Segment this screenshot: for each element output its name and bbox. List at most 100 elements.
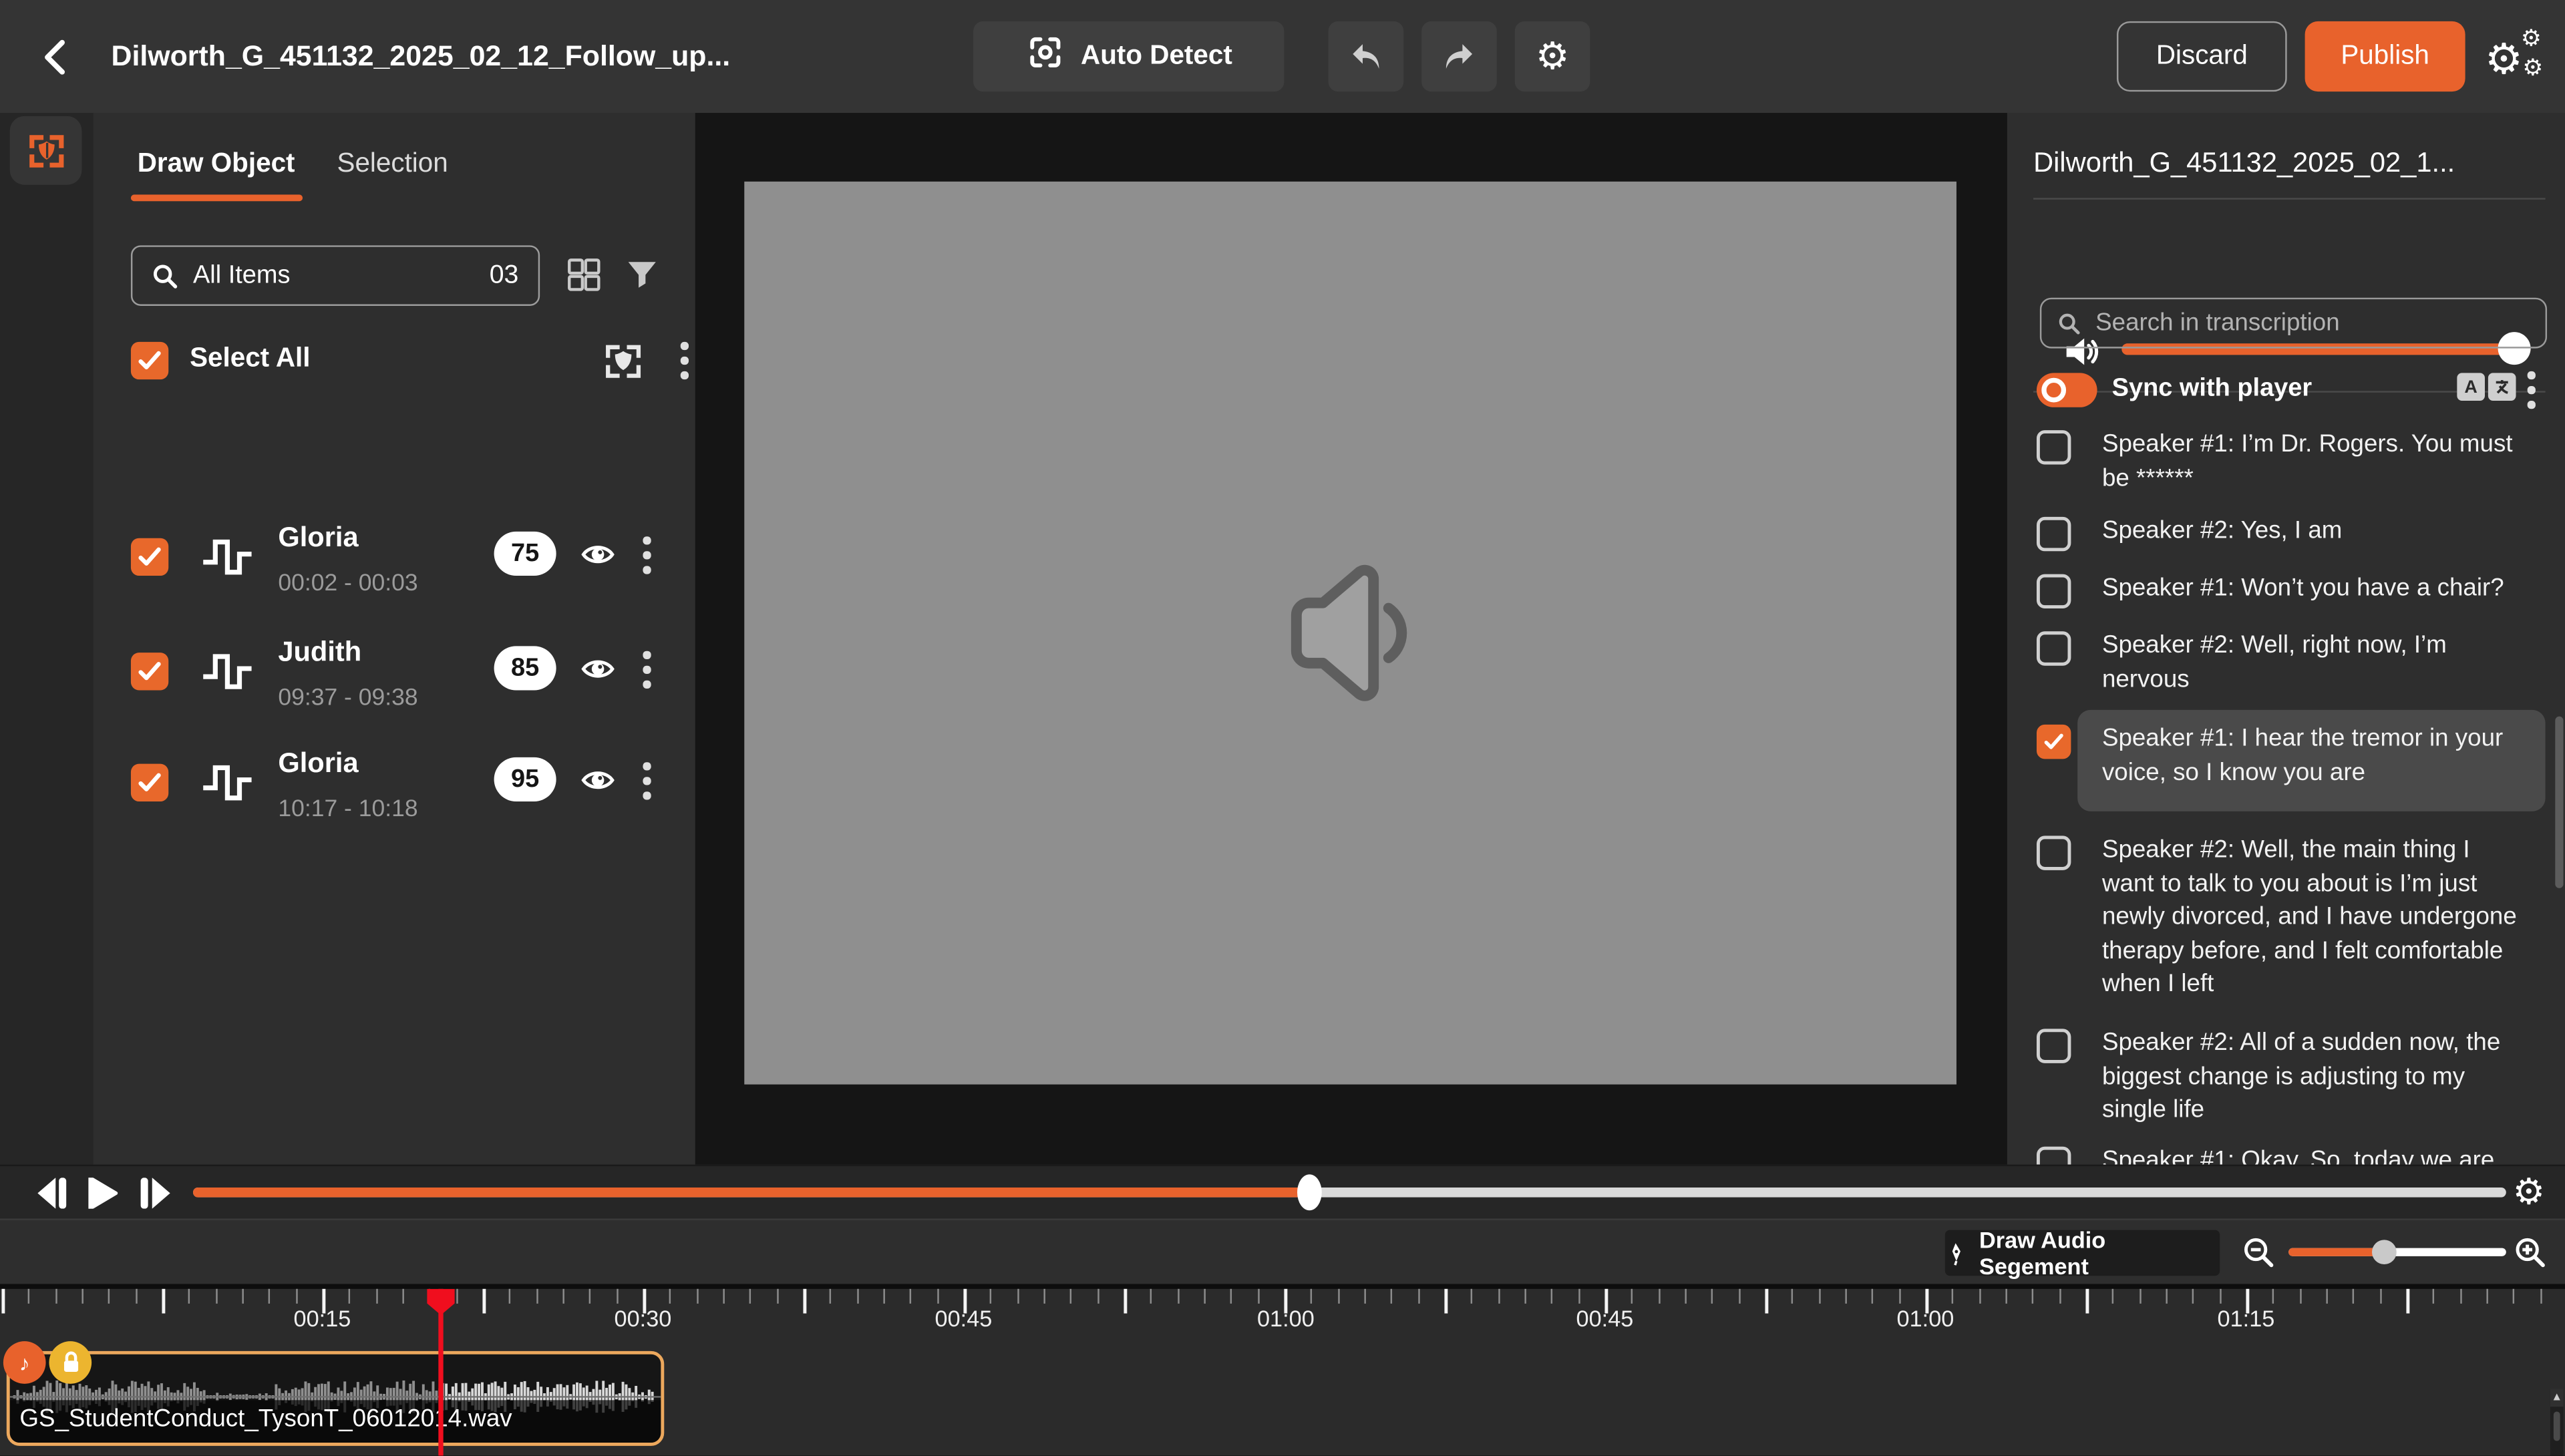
divider	[2033, 198, 2546, 199]
publish-button[interactable]: Publish	[2305, 21, 2465, 92]
search-icon	[2058, 312, 2081, 335]
object-menu-icon[interactable]	[643, 762, 650, 799]
transcription-search-input[interactable]: Search in transcription	[2040, 298, 2547, 349]
detect-all-icon[interactable]	[601, 339, 647, 393]
transcript-checkbox[interactable]	[2037, 631, 2071, 665]
transcript-text: Speaker #2: Yes, I am	[2102, 515, 2528, 548]
video-placeholder	[744, 182, 1956, 1085]
step-forward-icon[interactable]	[139, 1177, 172, 1217]
player-stage	[695, 113, 2007, 1165]
object-checkbox[interactable]	[131, 538, 168, 576]
object-row[interactable]: Gloria 10:17 - 10:18 95	[94, 736, 695, 848]
object-menu-icon[interactable]	[643, 651, 650, 688]
grid-view-icon[interactable]	[564, 255, 604, 303]
object-menu-icon[interactable]	[643, 536, 650, 573]
discard-label: Discard	[2156, 41, 2248, 72]
transcript-text: Speaker #2: Well, the main thing I want …	[2102, 834, 2528, 1002]
select-all-row: Select All	[131, 342, 671, 388]
pen-icon	[1945, 1241, 1968, 1266]
translate-icon[interactable]: A	[2457, 373, 2516, 401]
object-row[interactable]: Judith 09:37 - 09:38 85	[94, 625, 695, 737]
redo-button[interactable]	[1421, 21, 1497, 92]
timeline[interactable]: 00:15 00:30 00:45 01:00 00:45 01:00 01:1…	[0, 1284, 2565, 1455]
transcript-menu-icon[interactable]	[2528, 371, 2535, 408]
search-icon	[152, 262, 178, 289]
transcription-panel: Dilworth_G_451132_2025_02_1... Search in…	[2007, 113, 2565, 1165]
redo-icon	[1441, 40, 1478, 73]
items-count: 03	[490, 261, 519, 291]
seek-progress	[193, 1188, 1308, 1198]
publish-label: Publish	[2341, 41, 2429, 72]
music-note-icon: ♪	[3, 1341, 46, 1384]
transcript-text: Speaker #1: I hear the tremor in your vo…	[2102, 723, 2528, 789]
transcript-checkbox[interactable]	[2037, 517, 2071, 551]
zoom-in-icon[interactable]	[2514, 1236, 2546, 1276]
object-time-range: 09:37 - 09:38	[278, 685, 417, 711]
transcript-checkbox[interactable]	[2037, 574, 2071, 608]
filter-icon[interactable]	[625, 256, 659, 299]
time-label: 00:45	[935, 1305, 993, 1331]
select-all-menu-icon[interactable]	[681, 342, 688, 379]
draw-audio-segment-label: Draw Audio Segement	[1979, 1227, 2220, 1279]
time-label: 00:30	[615, 1305, 672, 1331]
visibility-eye-icon[interactable]	[579, 538, 617, 579]
visibility-eye-icon[interactable]	[579, 653, 617, 693]
timeline-zoom-fill	[2288, 1248, 2380, 1256]
transcript-text: Speaker #2: All of a sudden now, the big…	[2102, 1027, 2528, 1128]
items-filter-input[interactable]: All Items 03	[131, 245, 540, 306]
tab-selection[interactable]: Selection	[337, 149, 448, 180]
object-checkbox[interactable]	[131, 764, 168, 801]
time-label: 00:45	[1576, 1305, 1634, 1331]
timeline-scrollbar[interactable]: ▲	[2550, 1389, 2564, 1455]
transcript-checkbox[interactable]	[2037, 1029, 2071, 1063]
confidence-badge: 85	[494, 646, 556, 690]
auto-detect-label: Auto Detect	[1081, 41, 1232, 72]
clip-badges: ♪	[3, 1341, 92, 1384]
gears-icon: ⚙	[2485, 34, 2523, 85]
advanced-settings-button[interactable]: ⚙ ⚙ ⚙	[2485, 21, 2554, 92]
object-name: Gloria	[278, 522, 358, 554]
play-icon[interactable]	[88, 1177, 118, 1217]
sync-row: Sync with player A	[2007, 371, 2565, 417]
scroll-up-icon[interactable]: ▲	[2550, 1389, 2564, 1407]
select-all-checkbox[interactable]	[131, 342, 168, 379]
playhead-line[interactable]	[438, 1289, 443, 1456]
transcript-scrollbar[interactable]	[2555, 717, 2563, 888]
auto-detect-button[interactable]: Auto Detect	[973, 21, 1284, 92]
object-name: Judith	[278, 636, 361, 669]
object-checkbox[interactable]	[131, 653, 168, 690]
audio-segment-icon	[201, 533, 253, 587]
focus-frame-icon	[1025, 33, 1065, 80]
back-icon[interactable]	[36, 36, 79, 79]
seek-thumb[interactable]	[1297, 1174, 1321, 1210]
discard-button[interactable]: Discard	[2117, 21, 2287, 92]
transcript-checkbox[interactable]	[2037, 430, 2071, 464]
draw-audio-segment-button[interactable]: Draw Audio Segement	[1945, 1230, 2220, 1276]
select-all-label: Select All	[190, 343, 310, 375]
redaction-tool-button[interactable]	[10, 116, 82, 185]
media-title: Dilworth_G_451132_2025_02_1...	[2033, 147, 2455, 180]
object-time-range: 00:02 - 00:03	[278, 571, 417, 597]
sync-toggle[interactable]	[2037, 373, 2097, 407]
tab-draw-object[interactable]: Draw Object	[138, 149, 295, 180]
object-row[interactable]: Gloria 00:02 - 00:03 75	[94, 510, 695, 622]
transcript-checkbox[interactable]	[2037, 725, 2071, 759]
settings-button[interactable]: ⚙	[1515, 21, 1590, 92]
active-tab-underline	[131, 194, 303, 201]
seek-bar[interactable]	[193, 1188, 2506, 1198]
timeline-zoom-thumb[interactable]	[2372, 1240, 2397, 1264]
zoom-out-icon[interactable]	[2243, 1236, 2274, 1276]
audio-clip[interactable]: GS_StudentConduct_TysonT_06012014.wav	[7, 1351, 664, 1446]
undo-button[interactable]	[1329, 21, 1404, 92]
top-bar: Dilworth_G_451132_2025_02_12_Follow_up..…	[0, 0, 2565, 113]
document-title: Dilworth_G_451132_2025_02_12_Follow_up..…	[112, 0, 731, 113]
transcript-checkbox[interactable]	[2037, 836, 2071, 870]
step-back-icon[interactable]	[36, 1177, 69, 1217]
timeline-zoom-slider[interactable]	[2288, 1248, 2506, 1256]
visibility-eye-icon[interactable]	[579, 764, 617, 805]
left-rail	[0, 113, 94, 1165]
transcript-checkbox[interactable]	[2037, 1147, 2071, 1165]
transcript-text: Speaker #1: Won’t you have a chair?	[2102, 572, 2528, 606]
redaction-studio-app: Dilworth_G_451132_2025_02_12_Follow_up..…	[0, 0, 2565, 1456]
player-settings-gear-icon[interactable]: ⚙	[2513, 1171, 2545, 1214]
